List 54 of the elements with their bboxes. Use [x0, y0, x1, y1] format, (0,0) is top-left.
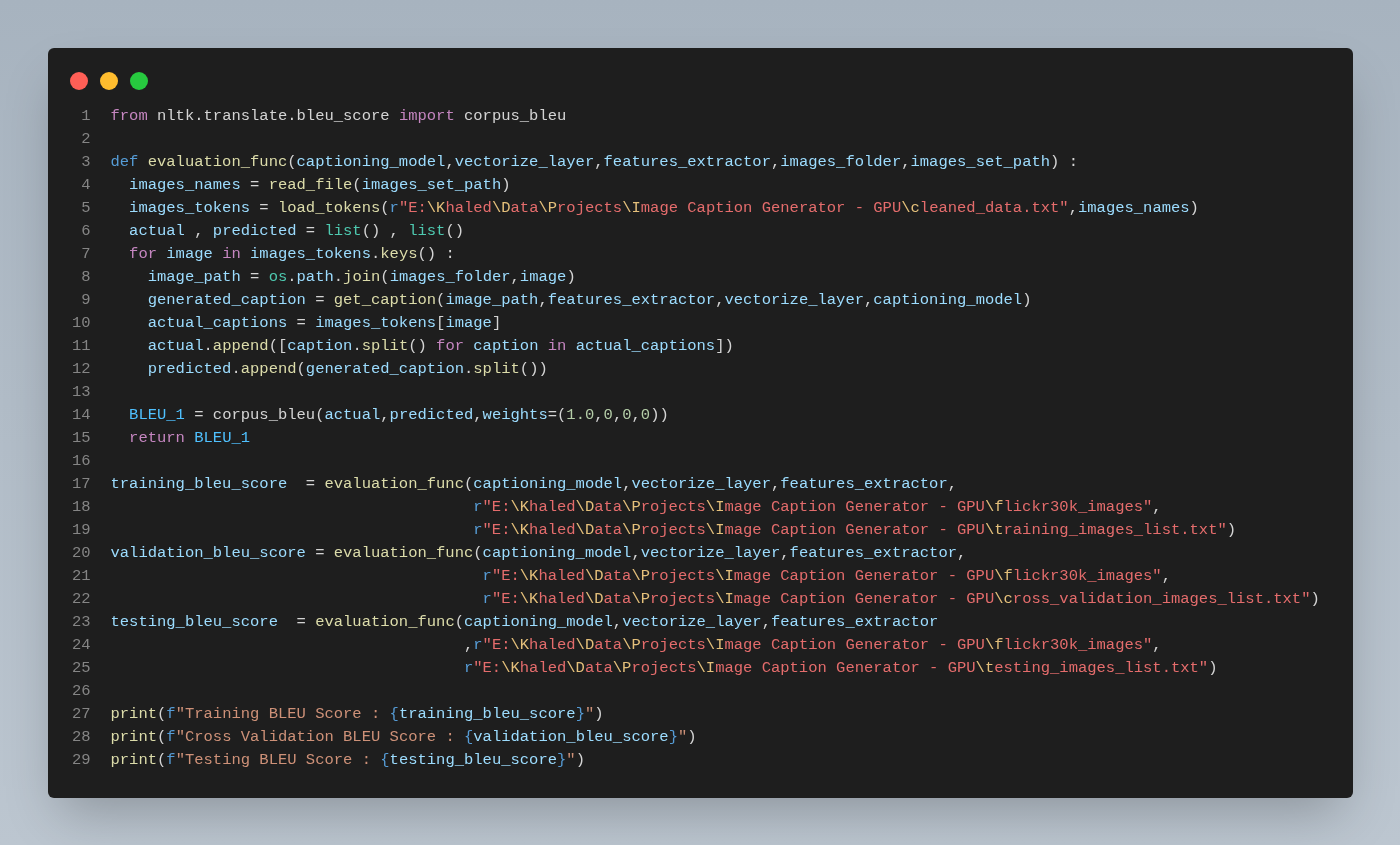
line-number: 20 — [70, 542, 91, 564]
line-number: 16 — [70, 450, 91, 472]
line-number: 23 — [70, 611, 91, 633]
code-line: image_path = os.path.join(images_folder,image) — [146, 266, 576, 288]
line-number: 7 — [80, 243, 91, 265]
code-line: print(f"Cross Validation BLEU Score : {validation_bleu_score}") — [110, 726, 697, 748]
code-line: r"E:\Khaled\Data\Projects\Image Caption Generator - GPU\testing_images_list.txt") — [462, 657, 1218, 679]
code-line: validation_bleu_score = evaluation_func(captioning_model,vectorize_layer,features_extractor, — [110, 542, 967, 564]
code-line: generated_caption = get_caption(image_path,features_extractor,vectorize_layer,captioning_model) — [146, 289, 1032, 311]
line-number: 15 — [70, 427, 91, 449]
line-number: 29 — [70, 749, 91, 771]
code-line: print(f"Testing BLEU Score : {testing_bleu_score}") — [110, 749, 585, 771]
code-line: BLEU_1 = corpus_bleu(actual,predicted,weights=(1.0,0,0,0)) — [128, 404, 669, 426]
code-line: return BLEU_1 — [128, 427, 251, 449]
line-number: 9 — [80, 289, 91, 311]
line-number: 13 — [70, 381, 91, 403]
line-number: 18 — [70, 496, 91, 518]
code-line: actual_captions = images_tokens[image] — [146, 312, 502, 334]
line-number: 1 — [80, 105, 91, 127]
line-number: 8 — [80, 266, 91, 288]
line-number: 26 — [70, 680, 91, 702]
code-line: ,r"E:\Khaled\Data\Projects\Image Caption Generator - GPU\flickr30k_images", — [462, 634, 1162, 656]
line-number: 27 — [70, 703, 91, 725]
line-number: 6 — [80, 220, 91, 242]
code-line: from nltk.translate.bleu_score import corpus_bleu — [110, 105, 567, 127]
code-line: print(f"Training BLEU Score : {training_bleu_score}") — [110, 703, 604, 725]
line-number: 14 — [70, 404, 91, 426]
code-line: r"E:\Khaled\Data\Projects\Image Caption Generator - GPU\training_images_list.txt") — [472, 519, 1237, 541]
code-line: images_names = read_file(images_set_path) — [128, 174, 511, 196]
code-line: testing_bleu_score = evaluation_func(captioning_model,vectorize_layer,features_extractor — [110, 611, 939, 633]
code-line: training_bleu_score = evaluation_func(captioning_model,vectorize_layer,features_extractor, — [110, 473, 958, 495]
code-line: actual.append([caption.split() for caption in actual_captions]) — [146, 335, 734, 357]
line-number: 11 — [70, 335, 91, 357]
code-line: actual , predicted = list() , list() — [128, 220, 464, 242]
code-line: r"E:\Khaled\Data\Projects\Image Caption Generator - GPU\flickr30k_images", — [472, 496, 1162, 518]
code-line: r"E:\Khaled\Data\Projects\Image Caption Generator - GPU\cross_validation_images_list.txt") — [481, 588, 1320, 610]
line-number: 21 — [70, 565, 91, 587]
line-number: 4 — [80, 174, 91, 196]
line-number: 10 — [70, 312, 91, 334]
code-line: images_tokens = load_tokens(r"E:\Khaled\Data\Projects\Image Caption Generator - GPU\cleaned_data.txt",images_names) — [128, 197, 1199, 219]
code-line: for image in images_tokens.keys() : — [128, 243, 455, 265]
line-number: 5 — [80, 197, 91, 219]
line-number: 3 — [80, 151, 91, 173]
line-number: 25 — [70, 657, 91, 679]
line-number: 22 — [70, 588, 91, 610]
code-line: r"E:\Khaled\Data\Projects\Image Caption Generator - GPU\flickr30k_images", — [481, 565, 1171, 587]
line-number: 19 — [70, 519, 91, 541]
line-number: 24 — [70, 634, 91, 656]
line-number: 2 — [80, 128, 91, 150]
line-number: 17 — [70, 473, 91, 495]
line-number: 12 — [70, 358, 91, 380]
code-line: predicted.append(generated_caption.split()) — [146, 358, 548, 380]
line-number: 28 — [70, 726, 91, 748]
code-line: def evaluation_func(captioning_model,vectorize_layer,features_extractor,images_folder,images_set_path) : — [110, 151, 1078, 173]
